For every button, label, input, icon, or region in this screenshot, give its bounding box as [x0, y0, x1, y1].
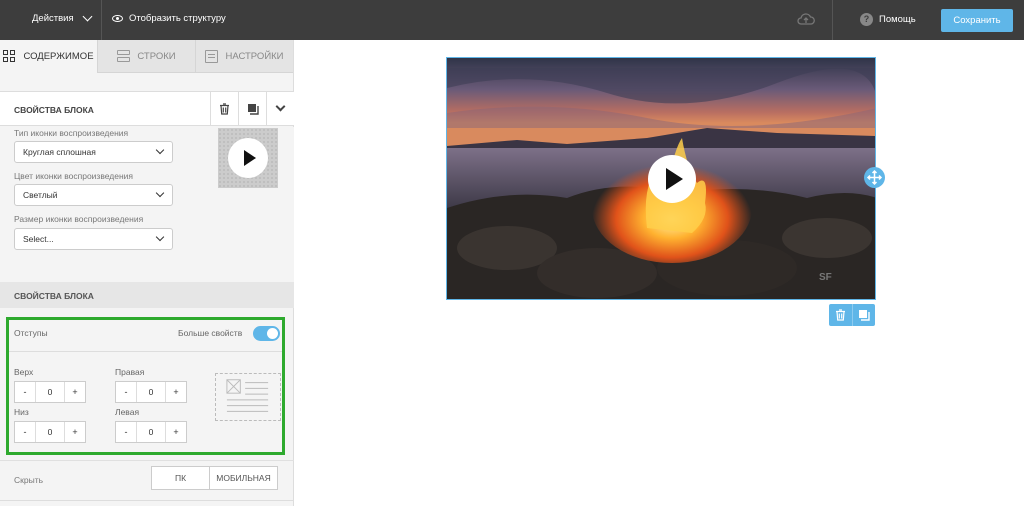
duplicate-block-button[interactable]	[238, 92, 266, 125]
divider	[0, 500, 294, 501]
eye-icon	[112, 15, 123, 22]
cloud-upload-icon[interactable]	[797, 12, 815, 26]
padding-top-value[interactable]: 0	[35, 382, 65, 402]
padding-bottom-label: Низ	[14, 407, 29, 417]
duplicate-video-button[interactable]	[851, 304, 876, 326]
help-label: Помощь	[879, 14, 916, 25]
hide-row: Скрыть ПК МОБИЛЬНАЯ	[0, 460, 294, 500]
video-thumbnail: SF	[447, 58, 875, 299]
delete-video-button[interactable]	[829, 304, 852, 326]
increment-button[interactable]: +	[166, 422, 186, 442]
tab-rows[interactable]: СТРОКИ	[97, 40, 195, 73]
grid-icon	[3, 50, 16, 63]
block-properties-header: СВОЙСТВА БЛОКА	[0, 91, 294, 126]
hide-label: Скрыть	[14, 475, 44, 485]
svg-text:SF: SF	[819, 272, 832, 283]
play-icon-color-label: Цвет иконки воспроизведения	[14, 171, 134, 181]
play-icon-type-select[interactable]: Круглая сплошная	[14, 141, 173, 163]
save-button[interactable]: Сохранить	[941, 9, 1013, 32]
padding-top-stepper: - 0 +	[14, 381, 86, 403]
tab-label: СОДЕРЖИМОЕ	[23, 51, 94, 62]
increment-button[interactable]: +	[65, 382, 85, 402]
more-properties-label: Больше свойств	[178, 328, 243, 338]
trash-icon	[835, 309, 845, 321]
chevron-down-icon	[155, 188, 165, 198]
padding-right-stepper: - 0 +	[115, 381, 187, 403]
select-value: Светлый	[23, 190, 58, 200]
padding-right-label: Правая	[115, 367, 145, 377]
help-button[interactable]: ? Помощь	[860, 13, 916, 26]
decrement-button[interactable]: -	[15, 382, 35, 402]
chevron-down-icon	[82, 11, 93, 22]
hide-device-selector: ПК МОБИЛЬНАЯ	[151, 466, 278, 490]
tab-label: СТРОКИ	[137, 50, 176, 62]
rows-icon	[117, 49, 131, 63]
more-properties-toggle[interactable]	[253, 326, 280, 341]
padding-right-value[interactable]: 0	[136, 382, 166, 402]
decrement-button[interactable]: -	[116, 382, 136, 402]
delete-block-button[interactable]	[210, 92, 238, 125]
move-handle[interactable]	[864, 167, 885, 188]
top-bar: Действия Отобразить структуру ? Помощь С…	[0, 0, 1024, 40]
collapse-button[interactable]	[266, 92, 294, 125]
padding-bottom-stepper: - 0 +	[14, 421, 86, 443]
layout-preview-icon	[215, 373, 281, 421]
sidebar: СОДЕРЖИМОЕ СТРОКИ НАСТРОЙКИ СВОЙСТВА БЛО…	[0, 40, 294, 506]
decrement-button[interactable]: -	[15, 422, 35, 442]
hide-pc-button[interactable]: ПК	[152, 467, 210, 489]
divider	[832, 0, 833, 40]
tab-settings[interactable]: НАСТРОЙКИ	[195, 40, 293, 73]
play-icon	[228, 138, 268, 178]
padding-bottom-value[interactable]: 0	[35, 422, 65, 442]
increment-button[interactable]: +	[65, 422, 85, 442]
hide-mobile-button[interactable]: МОБИЛЬНАЯ	[210, 467, 277, 489]
trash-icon	[220, 102, 229, 115]
padding-left-label: Левая	[115, 407, 140, 417]
duplicate-icon	[858, 310, 870, 321]
padding-top-label: Верх	[14, 367, 34, 377]
chevron-down-icon	[155, 145, 165, 155]
video-block-actions	[829, 304, 875, 326]
actions-menu[interactable]: Действия	[32, 11, 93, 24]
actions-label: Действия	[32, 13, 74, 24]
structure-label: Отобразить структуру	[129, 13, 226, 24]
sidebar-tabs: СОДЕРЖИМОЕ СТРОКИ НАСТРОЙКИ	[0, 40, 293, 73]
chevron-down-icon	[155, 232, 165, 242]
tab-label: НАСТРОЙКИ	[225, 50, 284, 62]
chevron-down-icon	[275, 101, 286, 112]
play-icon-color-select[interactable]: Светлый	[14, 184, 173, 206]
select-value: Select...	[23, 234, 54, 244]
section-title: СВОЙСТВА БЛОКА	[14, 105, 94, 115]
play-icon-type-label: Тип иконки воспроизведения	[14, 128, 129, 138]
divider	[101, 0, 102, 40]
increment-button[interactable]: +	[166, 382, 186, 402]
settings-icon	[205, 49, 219, 63]
play-icon-size-label: Размер иконки воспроизведения	[14, 214, 144, 224]
padding-panel: Отступы Больше свойств Верх - 0 + Правая…	[6, 317, 285, 455]
section-title: СВОЙСТВА БЛОКА	[14, 291, 94, 301]
padding-left-value[interactable]: 0	[136, 422, 166, 442]
padding-label: Отступы	[14, 328, 48, 338]
show-structure-toggle[interactable]: Отобразить структуру	[112, 13, 226, 24]
move-icon	[866, 169, 883, 186]
block-properties-section: СВОЙСТВА БЛОКА	[0, 282, 294, 308]
help-icon: ?	[860, 13, 873, 26]
tab-content[interactable]: СОДЕРЖИМОЕ	[0, 40, 97, 73]
video-block[interactable]: SF	[446, 57, 876, 300]
play-icon-preview	[218, 128, 278, 188]
duplicate-icon	[247, 103, 259, 115]
select-value: Круглая сплошная	[23, 147, 96, 157]
decrement-button[interactable]: -	[116, 422, 136, 442]
play-icon-size-select[interactable]: Select...	[14, 228, 173, 250]
divider	[9, 351, 282, 352]
padding-left-stepper: - 0 +	[115, 421, 187, 443]
